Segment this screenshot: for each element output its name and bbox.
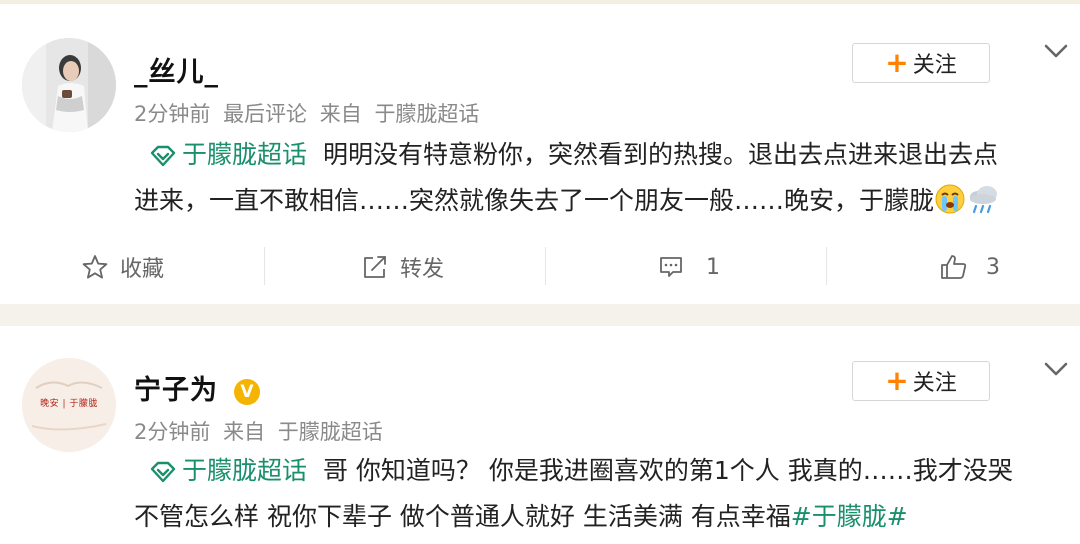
post-content: 于朦胧超话 明明没有特意粉你，突然看到的热搜。退出去点进来退出去点 进来，一直不… [134, 132, 1054, 224]
super-topic-icon [150, 145, 176, 167]
hashtag-link[interactable]: #于朦胧# [791, 502, 908, 531]
follow-button[interactable]: + 关注 [852, 43, 990, 83]
content-line: 不管怎么样 祝你下辈子 做个普通人就好 生活美满 有点幸福#于朦胧# [134, 494, 1054, 540]
like-button[interactable]: 3 [940, 245, 1000, 289]
post-source[interactable]: 于朦胧超话 [278, 420, 383, 444]
topic-link[interactable]: 于朦胧超话 [182, 456, 307, 485]
avatar-photo [22, 38, 116, 132]
username-text: 宁子为 [134, 375, 218, 406]
plus-icon: + [885, 364, 909, 397]
follow-button[interactable]: + 关注 [852, 361, 990, 401]
favorite-button[interactable]: 收藏 [82, 245, 164, 289]
post-source[interactable]: 于朦胧超话 [374, 102, 479, 126]
feed-separator [0, 304, 1080, 326]
topic-link[interactable]: 于朦胧超话 [182, 140, 307, 169]
action-divider [826, 247, 827, 285]
comment-icon [660, 257, 682, 277]
post-meta: 2分钟前 来自 于朦胧超话 [134, 416, 383, 446]
repost-label: 转发 [400, 257, 445, 282]
username[interactable]: 宁子为 V [134, 368, 261, 407]
content-text: 明明没有特意粉你，突然看到的热搜。退出去点进来退出去点 [322, 140, 998, 169]
favorite-label: 收藏 [120, 257, 165, 282]
avatar[interactable]: 晚安 | 于朦胧 [22, 358, 116, 452]
meta-from-label: 来自 [319, 102, 362, 126]
content-line: 于朦胧超话 明明没有特意粉你，突然看到的热搜。退出去点进来退出去点 [134, 132, 1054, 178]
super-topic-icon [150, 461, 176, 483]
verified-badge-icon: V [234, 379, 261, 405]
content-text: 进来，一直不敢相信……突然就像失去了一个朋友一般……晚安，于朦胧 [134, 186, 935, 215]
meta-from-label: 来自 [223, 420, 266, 444]
comment-button[interactable]: 1 [658, 245, 720, 289]
comment-count: 1 [706, 254, 720, 280]
follow-label: 关注 [912, 53, 957, 78]
chevron-down-icon[interactable] [1043, 42, 1069, 60]
cloud-rain-emoji-icon [970, 186, 998, 214]
content-text: 哥 你知道吗？ 你是我进圈喜欢的第1个人 我真的……我才没哭 [322, 456, 1013, 485]
star-icon [82, 255, 108, 279]
chevron-down-icon[interactable] [1043, 360, 1069, 378]
post-time: 2分钟前 [134, 420, 211, 444]
post-content: 于朦胧超话 哥 你知道吗？ 你是我进圈喜欢的第1个人 我真的……我才没哭 不管怎… [134, 448, 1054, 540]
action-divider [545, 247, 546, 285]
avatar[interactable] [22, 38, 116, 132]
crying-face-emoji-icon [935, 184, 965, 214]
post-meta: 2分钟前 最后评论 来自 于朦胧超话 [134, 98, 479, 128]
follow-label: 关注 [912, 371, 957, 396]
like-count: 3 [986, 254, 1000, 280]
avatar-text: 晚安 | 于朦胧 [40, 399, 98, 409]
action-divider [264, 247, 265, 285]
username[interactable]: _丝儿_ [134, 50, 219, 89]
content-line: 于朦胧超话 哥 你知道吗？ 你是我进圈喜欢的第1个人 我真的……我才没哭 [134, 448, 1054, 494]
post-time: 2分钟前 [134, 102, 211, 126]
content-line: 进来，一直不敢相信……突然就像失去了一个朋友一般……晚安，于朦胧 [134, 178, 1054, 224]
repost-icon [364, 256, 386, 278]
plus-icon: + [885, 46, 909, 79]
content-text: 不管怎么样 祝你下辈子 做个普通人就好 生活美满 有点幸福 [134, 502, 791, 531]
repost-button[interactable]: 转发 [362, 245, 444, 289]
action-bar: 收藏 转发 1 3 [0, 245, 1080, 289]
thumbs-up-icon [941, 255, 967, 279]
meta-last-comment: 最后评论 [223, 102, 308, 126]
